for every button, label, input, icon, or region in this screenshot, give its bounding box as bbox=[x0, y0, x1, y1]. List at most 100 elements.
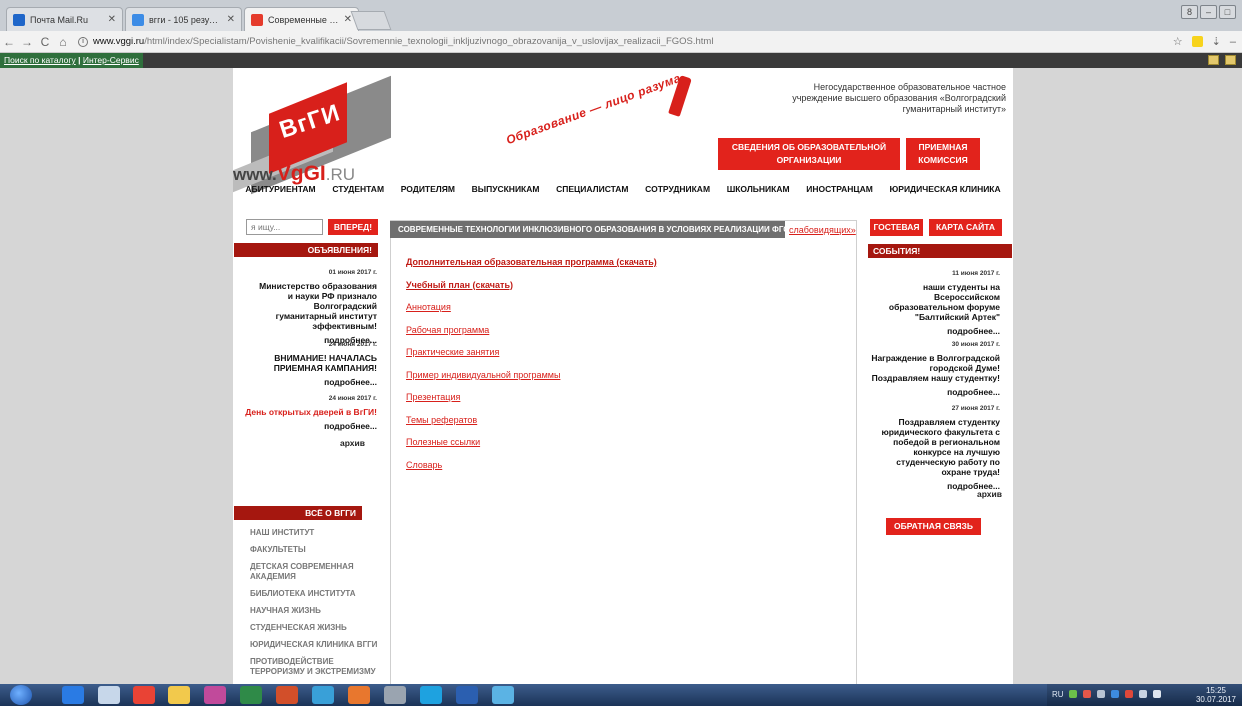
link-glossary[interactable]: Словарь bbox=[406, 460, 657, 470]
about-item[interactable]: Юридическая клиника ВгГИ bbox=[250, 640, 390, 650]
extension-icon[interactable] bbox=[1191, 36, 1203, 47]
news-text[interactable]: Министерство образования и науки РФ приз… bbox=[253, 281, 377, 331]
network-icon[interactable] bbox=[1069, 690, 1077, 698]
tray-icon[interactable] bbox=[1083, 690, 1091, 698]
event-text[interactable]: наши студенты на Всероссийском образоват… bbox=[882, 282, 1000, 322]
app-icon[interactable] bbox=[312, 686, 334, 704]
minus-icon[interactable]: – bbox=[1230, 36, 1236, 48]
folder-icon[interactable] bbox=[168, 686, 190, 704]
close-icon[interactable]: ✕ bbox=[344, 14, 352, 25]
nav-legal-clinic[interactable]: Юридическая клиника bbox=[890, 184, 1001, 194]
nav-staff[interactable]: Сотрудникам bbox=[645, 184, 710, 194]
link-presentation[interactable]: Презентация bbox=[406, 392, 657, 402]
org-info-button[interactable]: Сведения об образовательной организации bbox=[718, 138, 900, 170]
nav-foreigners[interactable]: Иностранцам bbox=[806, 184, 873, 194]
read-more-link[interactable]: подробнее... bbox=[882, 326, 1000, 336]
archive-link[interactable]: архив bbox=[977, 489, 1002, 499]
star-icon[interactable]: ☆ bbox=[1173, 35, 1183, 48]
user-icon[interactable]: 8 bbox=[1181, 5, 1198, 19]
nav-parents[interactable]: Родителям bbox=[401, 184, 455, 194]
guestbook-button[interactable]: Гостевая bbox=[870, 219, 923, 236]
close-icon[interactable]: ✕ bbox=[108, 14, 116, 25]
forward-arrow-icon[interactable]: → bbox=[18, 35, 36, 49]
tray-icon[interactable] bbox=[1111, 690, 1119, 698]
nav-specialists[interactable]: Специалистам bbox=[556, 184, 628, 194]
tab-mail[interactable]: Почта Mail.Ru ✕ bbox=[6, 7, 123, 31]
nav-applicants[interactable]: Абитуриентам bbox=[245, 184, 315, 194]
read-more-link[interactable]: подробнее... bbox=[235, 421, 377, 431]
skype-icon[interactable] bbox=[420, 686, 442, 704]
chrome-icon[interactable] bbox=[133, 686, 155, 704]
start-button-icon[interactable] bbox=[10, 685, 32, 705]
event-text[interactable]: Поздравляем студентку юридического факул… bbox=[877, 417, 1000, 477]
bookmark-inter-service[interactable]: Интер-Сервис bbox=[83, 55, 139, 65]
info-icon[interactable]: i bbox=[78, 36, 88, 47]
link-program-download[interactable]: Дополнительная образовательная программа… bbox=[406, 257, 657, 267]
media-icon[interactable] bbox=[204, 686, 226, 704]
news-text[interactable]: День открытых дверей в ВгГИ! bbox=[235, 407, 377, 417]
link-individual-program[interactable]: Пример индивидуальной программы bbox=[406, 370, 657, 380]
excel-icon[interactable] bbox=[240, 686, 262, 704]
tray-icon[interactable] bbox=[1125, 690, 1133, 698]
link-curriculum-download[interactable]: Учебный план (скачать) bbox=[406, 280, 657, 290]
nav-graduates[interactable]: Выпускникам bbox=[472, 184, 540, 194]
tray-icon[interactable] bbox=[1139, 690, 1147, 698]
folder-icon[interactable] bbox=[1208, 55, 1219, 65]
url-field[interactable]: i www.vggi.ru/html/index/Specialistam/Po… bbox=[78, 33, 1173, 50]
language-indicator[interactable]: RU bbox=[1052, 690, 1064, 699]
word-icon[interactable] bbox=[456, 686, 478, 704]
firefox-icon[interactable] bbox=[348, 686, 370, 704]
about-item[interactable]: Детская современная академия bbox=[250, 562, 390, 582]
file-icon[interactable] bbox=[98, 686, 120, 704]
tray-icon[interactable] bbox=[1097, 690, 1105, 698]
nav-schoolchildren[interactable]: Школьникам bbox=[727, 184, 790, 194]
mail-icon[interactable] bbox=[1225, 55, 1236, 65]
logo[interactable]: ВгГИ www.VgGI.RU bbox=[233, 68, 391, 195]
app-icon[interactable] bbox=[384, 686, 406, 704]
system-tray: RU 15:25 30.07.2017 bbox=[1047, 684, 1242, 706]
about-header: Всё о ВгГИ bbox=[234, 506, 362, 520]
link-practical-lessons[interactable]: Практические занятия bbox=[406, 347, 657, 357]
link-annotation[interactable]: Аннотация bbox=[406, 302, 657, 312]
paint-icon[interactable] bbox=[492, 686, 514, 704]
archive-link[interactable]: архив bbox=[340, 438, 365, 448]
about-item[interactable]: Противодействие терроризму и экстремизму bbox=[250, 657, 390, 677]
read-more-link[interactable]: подробнее... bbox=[871, 387, 1000, 397]
news-item: 24 июня 2017 г. День открытых дверей в В… bbox=[235, 394, 377, 431]
link-useful-links[interactable]: Полезные ссылки bbox=[406, 437, 657, 447]
volume-icon[interactable] bbox=[1153, 690, 1161, 698]
tab-search[interactable]: вгги - 105 результатов. ✕ bbox=[125, 7, 242, 31]
news-text[interactable]: ВНИМАНИЕ! НАЧАЛАСЬ ПРИЕМНАЯ КАМПАНИЯ! bbox=[253, 353, 377, 373]
tab-label: Современные технолог bbox=[268, 14, 339, 25]
download-icon[interactable]: ⇣ bbox=[1212, 35, 1221, 48]
about-item[interactable]: Факультеты bbox=[250, 545, 390, 555]
maximize-icon[interactable]: □ bbox=[1219, 5, 1236, 19]
admission-button[interactable]: Приемная комиссия bbox=[906, 138, 980, 170]
about-item[interactable]: Научная жизнь bbox=[250, 606, 390, 616]
link-essay-topics[interactable]: Темы рефератов bbox=[406, 415, 657, 425]
nav-students[interactable]: Студентам bbox=[332, 184, 384, 194]
link-work-program[interactable]: Рабочая программа bbox=[406, 325, 657, 335]
search-button[interactable]: Вперед! bbox=[328, 219, 378, 235]
title-link[interactable]: слабовидящих» bbox=[789, 225, 856, 235]
home-icon[interactable]: ⌂ bbox=[54, 35, 72, 49]
about-item[interactable]: Наш Институт bbox=[250, 528, 390, 538]
powerpoint-icon[interactable] bbox=[276, 686, 298, 704]
search-input[interactable] bbox=[246, 219, 323, 235]
event-text[interactable]: Награждение в Волгоградской городской Ду… bbox=[871, 353, 1000, 383]
about-item[interactable]: Библиотека Института bbox=[250, 589, 390, 599]
back-arrow-icon[interactable]: ← bbox=[0, 35, 18, 49]
sitemap-button[interactable]: Карта сайта bbox=[929, 219, 1002, 236]
bookmark-catalog-search[interactable]: Поиск по каталогу bbox=[4, 55, 76, 65]
about-item[interactable]: Студенческая жизнь bbox=[250, 623, 390, 633]
minimize-icon[interactable]: – bbox=[1200, 5, 1217, 19]
read-more-link[interactable]: подробнее... bbox=[253, 377, 377, 387]
clock[interactable]: 15:25 30.07.2017 bbox=[1196, 686, 1236, 704]
tab-current-page[interactable]: Современные технолог ✕ bbox=[244, 7, 359, 31]
new-tab-button[interactable] bbox=[350, 11, 392, 30]
bookmarks-bar: Поиск по каталогу | Интер-Сервис bbox=[0, 53, 1242, 68]
reload-icon[interactable]: C bbox=[36, 35, 54, 49]
ie-icon[interactable] bbox=[62, 686, 84, 704]
feedback-button[interactable]: Обратная связь bbox=[886, 518, 981, 535]
close-icon[interactable]: ✕ bbox=[227, 14, 235, 25]
